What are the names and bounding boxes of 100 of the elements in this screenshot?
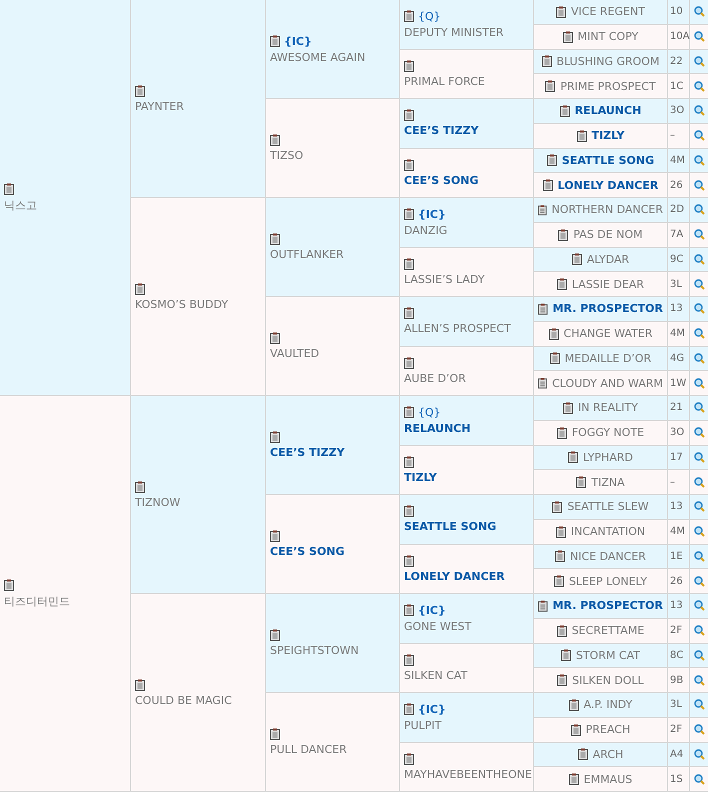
clipboard-icon[interactable] bbox=[404, 109, 414, 122]
horse-name[interactable]: A.P. INDY bbox=[584, 698, 632, 712]
horse-name[interactable]: NORTHERN DANCER bbox=[552, 203, 663, 216]
clipboard-icon[interactable] bbox=[4, 578, 14, 590]
horse-name[interactable]: BLUSHING GROOM bbox=[556, 54, 660, 68]
search-icon[interactable] bbox=[694, 576, 704, 587]
horse-name[interactable]: DEPUTY MINISTER bbox=[404, 26, 504, 39]
clipboard-icon[interactable] bbox=[538, 600, 548, 612]
search-icon[interactable] bbox=[694, 80, 704, 92]
clipboard-icon[interactable] bbox=[404, 604, 414, 616]
clipboard-icon[interactable] bbox=[135, 84, 145, 96]
clipboard-icon[interactable] bbox=[404, 258, 414, 270]
clipboard-icon[interactable] bbox=[270, 629, 280, 641]
clipboard-icon[interactable] bbox=[404, 752, 414, 765]
clipboard-icon[interactable] bbox=[576, 130, 587, 142]
clipboard-icon[interactable] bbox=[578, 748, 588, 760]
clipboard-icon[interactable] bbox=[560, 649, 571, 662]
horse-name[interactable]: 닉스고 bbox=[4, 198, 37, 212]
horse-name[interactable]: EMMAUS bbox=[584, 772, 632, 786]
search-icon[interactable] bbox=[694, 674, 704, 686]
horse-name[interactable]: MEDAILLE D’OR bbox=[564, 352, 652, 365]
search-icon[interactable] bbox=[694, 452, 704, 463]
search-icon[interactable] bbox=[694, 328, 704, 340]
horse-name[interactable]: PREACH bbox=[586, 723, 630, 736]
search-icon[interactable] bbox=[694, 278, 704, 290]
horse-name[interactable]: OUTFLANKER bbox=[270, 248, 344, 261]
horse-name[interactable]: VICE REGENT bbox=[571, 5, 645, 18]
search-icon[interactable] bbox=[694, 180, 704, 191]
horse-name[interactable]: LASSIE’S LADY bbox=[404, 272, 485, 286]
search-icon[interactable] bbox=[694, 699, 704, 710]
search-icon[interactable] bbox=[694, 650, 704, 661]
horse-name[interactable]: SLEEP LONELY bbox=[568, 574, 648, 588]
clipboard-icon[interactable] bbox=[557, 674, 568, 686]
clipboard-icon[interactable] bbox=[542, 55, 552, 68]
horse-name[interactable]: CEE’S TIZZY bbox=[270, 446, 345, 459]
horse-name[interactable]: LONELY DANCER bbox=[404, 570, 505, 583]
clipboard-icon[interactable] bbox=[542, 179, 553, 192]
clipboard-icon[interactable] bbox=[404, 356, 414, 369]
search-icon[interactable] bbox=[694, 378, 704, 389]
horse-name[interactable]: MINT COPY bbox=[578, 30, 638, 44]
horse-name[interactable]: VAULTED bbox=[270, 347, 320, 360]
horse-name[interactable]: TIZNOW bbox=[135, 496, 180, 508]
horse-name[interactable]: TIZNA bbox=[591, 476, 625, 489]
search-icon[interactable] bbox=[694, 501, 704, 512]
clipboard-icon[interactable] bbox=[548, 328, 559, 340]
clipboard-icon[interactable] bbox=[404, 703, 414, 716]
horse-name[interactable]: SEATTLE SONG bbox=[404, 520, 496, 534]
horse-name[interactable]: SEATTLE SLEW bbox=[567, 500, 649, 514]
search-icon[interactable] bbox=[694, 427, 704, 438]
clipboard-icon[interactable] bbox=[556, 278, 567, 290]
clipboard-icon[interactable] bbox=[546, 154, 557, 166]
clipboard-icon[interactable] bbox=[556, 426, 567, 439]
clipboard-icon[interactable] bbox=[554, 575, 564, 588]
search-icon[interactable] bbox=[694, 229, 704, 240]
clipboard-icon[interactable] bbox=[556, 624, 567, 637]
search-icon[interactable] bbox=[694, 600, 704, 612]
horse-name[interactable]: PRIMAL FORCE bbox=[404, 74, 485, 88]
clipboard-icon[interactable] bbox=[270, 134, 280, 146]
search-icon[interactable] bbox=[694, 476, 704, 488]
horse-name[interactable]: ARCH bbox=[592, 748, 624, 761]
horse-name[interactable]: PULPIT bbox=[404, 718, 442, 732]
search-icon[interactable] bbox=[694, 724, 704, 736]
clipboard-icon[interactable] bbox=[576, 476, 586, 488]
horse-name[interactable]: TIZLY bbox=[592, 129, 624, 142]
clipboard-icon[interactable] bbox=[568, 773, 579, 786]
search-icon[interactable] bbox=[694, 303, 704, 314]
horse-name[interactable]: MR. PROSPECTOR bbox=[552, 599, 663, 612]
horse-name[interactable]: PULL DANCER bbox=[270, 743, 347, 756]
clipboard-icon[interactable] bbox=[568, 451, 578, 464]
clipboard-icon[interactable] bbox=[404, 554, 414, 567]
search-icon[interactable] bbox=[694, 6, 704, 18]
horse-name[interactable]: FOGGY NOTE bbox=[572, 426, 644, 440]
horse-name[interactable]: MR. PROSPECTOR bbox=[552, 302, 663, 316]
clipboard-icon[interactable] bbox=[563, 402, 574, 414]
search-icon[interactable] bbox=[694, 402, 704, 414]
horse-name[interactable]: SEATTLE SONG bbox=[562, 154, 654, 167]
horse-name[interactable]: AUBE D’OR bbox=[404, 372, 466, 385]
horse-name[interactable]: NICE DANCER bbox=[570, 550, 646, 563]
horse-name[interactable]: LONELY DANCER bbox=[558, 178, 658, 192]
clipboard-icon[interactable] bbox=[562, 30, 573, 43]
clipboard-icon[interactable] bbox=[545, 80, 556, 92]
search-icon[interactable] bbox=[694, 31, 704, 42]
horse-name[interactable]: CHANGE WATER bbox=[564, 327, 652, 340]
clipboard-icon[interactable] bbox=[404, 158, 414, 171]
clipboard-icon[interactable] bbox=[570, 724, 581, 736]
horse-name[interactable]: PAYNTER bbox=[135, 100, 184, 112]
horse-name[interactable]: SECRETTAME bbox=[572, 624, 644, 638]
clipboard-icon[interactable] bbox=[4, 182, 14, 194]
horse-name[interactable]: LYPHARD bbox=[583, 450, 633, 464]
search-icon[interactable] bbox=[694, 254, 704, 265]
clipboard-icon[interactable] bbox=[556, 526, 566, 538]
horse-name[interactable]: ALLEN’S PROSPECT bbox=[404, 322, 511, 336]
clipboard-icon[interactable] bbox=[552, 500, 562, 513]
clipboard-icon[interactable] bbox=[550, 352, 560, 364]
search-icon[interactable] bbox=[694, 105, 704, 116]
search-icon[interactable] bbox=[694, 774, 704, 785]
clipboard-icon[interactable] bbox=[556, 6, 566, 18]
clipboard-icon[interactable] bbox=[270, 332, 280, 344]
clipboard-icon[interactable] bbox=[270, 35, 280, 47]
search-icon[interactable] bbox=[694, 748, 704, 760]
